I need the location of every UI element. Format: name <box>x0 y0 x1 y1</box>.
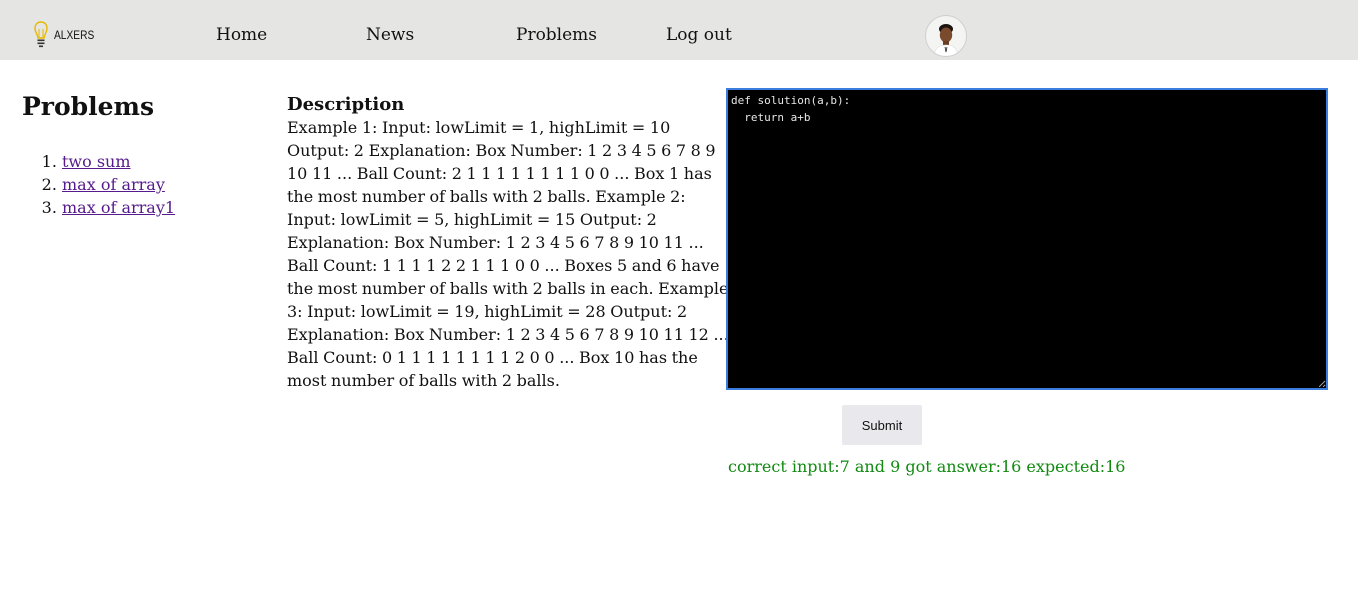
list-item: two sum <box>62 150 262 173</box>
logo[interactable]: ALXERS <box>34 21 101 49</box>
nav-problems-link[interactable]: Problems <box>516 25 597 45</box>
submit-button[interactable]: Submit <box>842 405 922 445</box>
lightbulb-logo-icon <box>34 21 48 48</box>
sidebar-title: Problems <box>22 92 155 121</box>
description-text: Example 1: Input: lowLimit = 1, highLimi… <box>287 118 729 390</box>
problems-list: two sum max of array max of array1 <box>22 150 262 219</box>
problems-sidebar: Problems two sum max of array max of arr… <box>22 92 262 219</box>
problem-description: Description Example 1: Input: lowLimit =… <box>287 93 729 392</box>
nav-logout-link[interactable]: Log out <box>666 25 732 45</box>
result-message: correct input:7 and 9 got answer:16 expe… <box>728 457 1126 476</box>
logo-text: ALXERS <box>54 28 95 42</box>
problem-link-max-of-array[interactable]: max of array <box>62 175 165 194</box>
problem-link-two-sum[interactable]: two sum <box>62 152 131 171</box>
problem-link-max-of-array1[interactable]: max of array1 <box>62 198 175 217</box>
avatar[interactable] <box>925 15 967 57</box>
code-editor[interactable]: def solution(a,b): return a+b <box>727 89 1327 389</box>
nav-home-link[interactable]: Home <box>216 25 267 45</box>
list-item: max of array <box>62 173 262 196</box>
nav-news-link[interactable]: News <box>366 25 414 45</box>
user-avatar-icon <box>933 24 959 56</box>
description-heading: Description <box>287 94 405 115</box>
list-item: max of array1 <box>62 196 262 219</box>
top-nav-bar: ALXERS Home News Problems Log out <box>0 0 1358 60</box>
